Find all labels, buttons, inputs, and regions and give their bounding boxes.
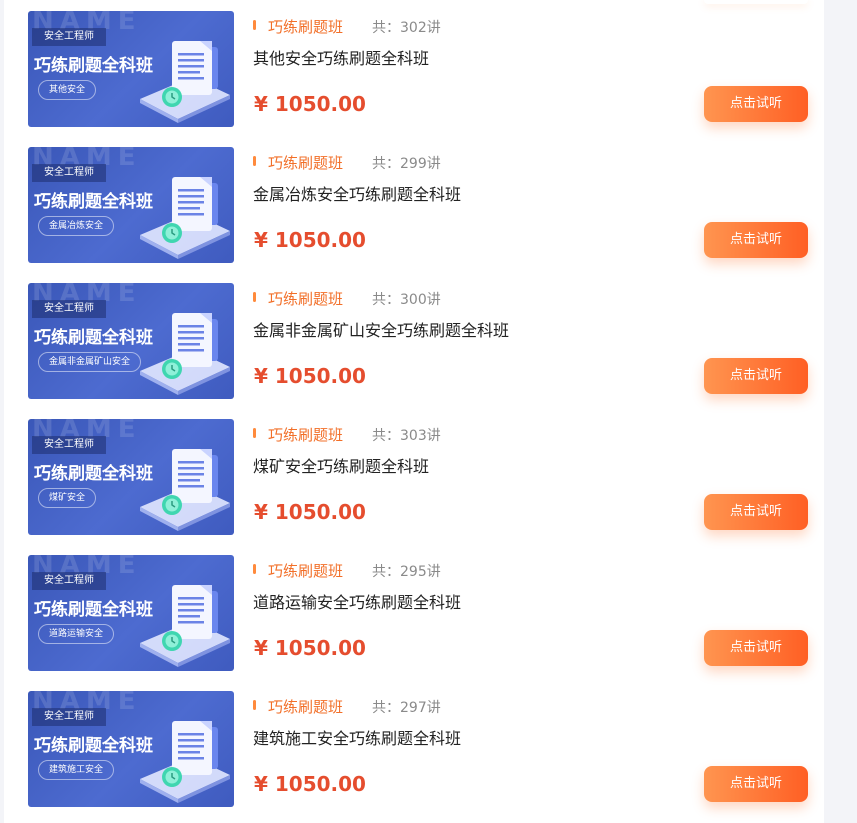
course-category: 巧练刷题班 [268,562,344,580]
document-illustration-icon [140,585,230,667]
course-price: ¥ 1050.00 [254,772,366,796]
lesson-count: 共：299讲 [372,156,441,172]
thumbnail-subject-pill: 建筑施工安全 [38,760,115,780]
trial-listen-button[interactable]: 点击试听 [704,358,808,394]
thumbnail-subject-pill: 其他安全 [38,80,97,100]
course-card[interactable]: NAME 安全工程师 巧练刷题全科班 煤矿安全 巧练刷题班 共：303讲 煤矿安… [28,419,828,535]
thumbnail-tag: 安全工程师 [32,708,106,726]
thumbnail-tag: 安全工程师 [32,572,106,590]
course-card[interactable]: NAME 安全工程师 巧练刷题全科班 金属非金属矿山安全 巧练刷题班 共：300… [28,283,828,399]
course-category: 巧练刷题班 [268,18,344,36]
course-title[interactable]: 建筑施工安全巧练刷题全科班 [253,725,461,749]
course-list-panel: NAME 安全工程师 巧练刷题全科班 其他安全 巧练刷题班 共：302讲 其他安… [4,0,824,823]
course-category: 巧练刷题班 [268,154,344,172]
course-title[interactable]: 其他安全巧练刷题全科班 [253,45,429,69]
category-marker [253,564,256,574]
lesson-count: 共：297讲 [372,700,441,716]
course-thumbnail[interactable]: NAME 安全工程师 巧练刷题全科班 金属冶炼安全 [28,147,234,263]
lesson-count: 共：302讲 [372,20,441,36]
category-marker [253,20,256,30]
course-thumbnail[interactable]: NAME 安全工程师 巧练刷题全科班 金属非金属矿山安全 [28,283,234,399]
trial-listen-button[interactable]: 点击试听 [704,766,808,802]
document-illustration-icon [140,177,230,259]
course-price: ¥ 1050.00 [254,92,366,116]
trial-listen-button[interactable]: 点击试听 [704,86,808,122]
course-title[interactable]: 金属非金属矿山安全巧练刷题全科班 [253,317,509,341]
course-category: 巧练刷题班 [268,290,344,308]
category-marker [253,292,256,302]
course-card[interactable]: NAME 安全工程师 巧练刷题全科班 道路运输安全 巧练刷题班 共：295讲 道… [28,555,828,671]
trial-listen-button[interactable]: 点击试听 [704,222,808,258]
course-thumbnail[interactable]: NAME 安全工程师 巧练刷题全科班 建筑施工安全 [28,691,234,807]
course-category: 巧练刷题班 [268,426,344,444]
course-price: ¥ 1050.00 [254,636,366,660]
document-illustration-icon [140,313,230,395]
course-price: ¥ 1050.00 [254,364,366,388]
course-card[interactable]: NAME 安全工程师 巧练刷题全科班 金属冶炼安全 巧练刷题班 共：299讲 金… [28,147,828,263]
course-thumbnail[interactable]: NAME 安全工程师 巧练刷题全科班 其他安全 [28,11,234,127]
thumbnail-tag: 安全工程师 [32,28,106,46]
lesson-count: 共：295讲 [372,564,441,580]
trial-listen-button[interactable]: 点击试听 [704,494,808,530]
thumbnail-subject-pill: 道路运输安全 [38,624,115,644]
course-thumbnail[interactable]: NAME 安全工程师 巧练刷题全科班 道路运输安全 [28,555,234,671]
thumbnail-tag: 安全工程师 [32,300,106,318]
thumbnail-subject-pill: 金属冶炼安全 [38,216,115,236]
course-card[interactable]: NAME 安全工程师 巧练刷题全科班 建筑施工安全 巧练刷题班 共：297讲 建… [28,691,828,807]
lesson-count: 共：300讲 [372,292,441,308]
category-marker [253,428,256,438]
category-marker [253,700,256,710]
course-price: ¥ 1050.00 [254,228,366,252]
course-category: 巧练刷题班 [268,698,344,716]
thumbnail-tag: 安全工程师 [32,164,106,182]
course-title[interactable]: 道路运输安全巧练刷题全科班 [253,589,461,613]
course-title[interactable]: 金属冶炼安全巧练刷题全科班 [253,181,461,205]
thumbnail-subject-pill: 金属非金属矿山安全 [38,352,142,372]
course-title[interactable]: 煤矿安全巧练刷题全科班 [253,453,429,477]
previous-button-edge [704,0,808,4]
document-illustration-icon [140,41,230,123]
lesson-count: 共：303讲 [372,428,441,444]
category-marker [253,156,256,166]
course-card[interactable]: NAME 安全工程师 巧练刷题全科班 其他安全 巧练刷题班 共：302讲 其他安… [28,11,828,127]
course-price: ¥ 1050.00 [254,500,366,524]
trial-listen-button[interactable]: 点击试听 [704,630,808,666]
document-illustration-icon [140,721,230,803]
course-thumbnail[interactable]: NAME 安全工程师 巧练刷题全科班 煤矿安全 [28,419,234,535]
document-illustration-icon [140,449,230,531]
thumbnail-subject-pill: 煤矿安全 [38,488,97,508]
thumbnail-tag: 安全工程师 [32,436,106,454]
